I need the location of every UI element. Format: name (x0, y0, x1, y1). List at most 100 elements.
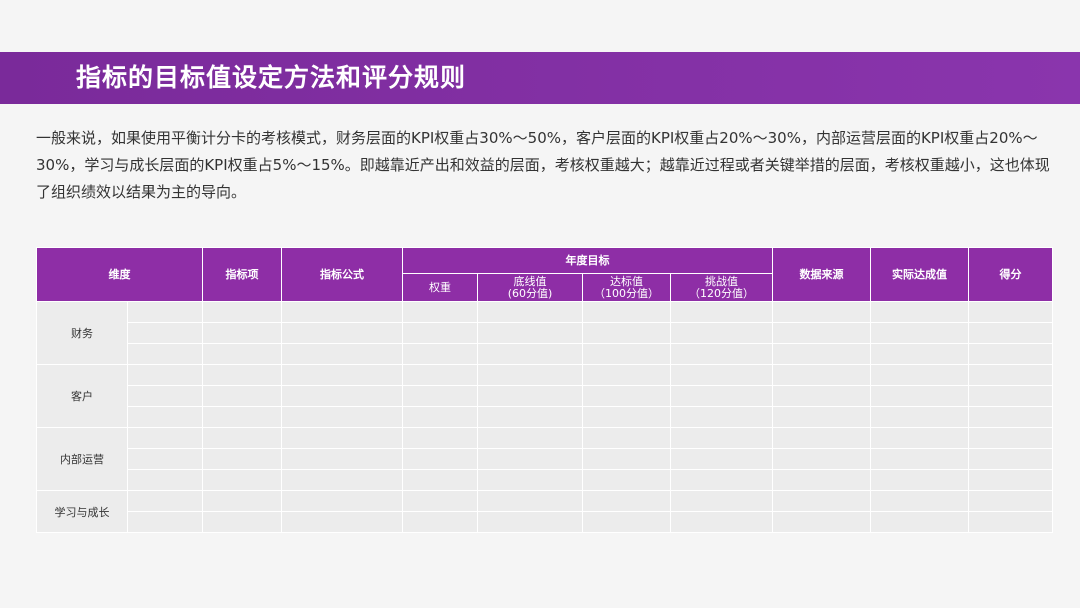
table-cell (281, 427, 403, 449)
table-cell (402, 301, 478, 323)
table-cell (968, 301, 1053, 323)
table-cell (772, 343, 871, 365)
table-cell (870, 511, 969, 533)
table-cell (582, 385, 671, 407)
table-cell (870, 469, 969, 491)
table-cell (582, 511, 671, 533)
table-cell (870, 427, 969, 449)
table-cell (670, 385, 773, 407)
header-challenge: 挑战值 （120分值） (670, 273, 773, 302)
table-cell (772, 322, 871, 344)
header-baseline: 底线值 (60分值) (477, 273, 583, 302)
table-cell (477, 469, 583, 491)
table-cell (772, 364, 871, 386)
table-cell (202, 301, 282, 323)
intro-paragraph: 一般来说，如果使用平衡计分卡的考核模式，财务层面的KPI权重占30%～50%，客… (36, 129, 1050, 201)
table-cell (202, 511, 282, 533)
table-cell (670, 343, 773, 365)
header-formula: 指标公式 (281, 247, 403, 302)
table-cell (772, 448, 871, 470)
dimension-finance: 财务 (36, 301, 128, 365)
table-row: 客户 (36, 364, 1053, 428)
table-row (37, 406, 1053, 428)
table-cell (870, 385, 969, 407)
table-cell (968, 385, 1053, 407)
table-cell (477, 343, 583, 365)
table-cell (870, 343, 969, 365)
table-cell (202, 406, 282, 428)
table-row: 财务 (36, 301, 1053, 365)
table-row: 学习与成长 (36, 490, 1053, 533)
header-actual: 实际达成值 (870, 247, 969, 302)
table-cell (870, 322, 969, 344)
table-cell (127, 490, 203, 512)
header-weight: 权重 (402, 273, 478, 302)
dimension-customer: 客户 (36, 364, 128, 428)
table-cell (870, 448, 969, 470)
table-cell (477, 511, 583, 533)
table-cell (477, 427, 583, 449)
table-cell (968, 469, 1053, 491)
page-title: 指标的目标值设定方法和评分规则 (76, 63, 467, 92)
kpi-table: 维度 指标项 指标公式 年度目标 数据来源 实际达成值 得分 权重 底线值 (60… (36, 247, 1053, 533)
table-cell (772, 511, 871, 533)
table-cell (477, 490, 583, 512)
table-cell (127, 301, 203, 323)
table-cell (402, 427, 478, 449)
kpi-table-body: 财务 客户 内部运营 学习与成长 (36, 301, 1053, 533)
dimension-learning: 学习与成长 (36, 490, 128, 533)
table-cell (968, 406, 1053, 428)
table-cell (281, 385, 403, 407)
table-cell (582, 301, 671, 323)
table-cell (127, 406, 203, 428)
table-cell (202, 427, 282, 449)
table-cell (968, 448, 1053, 470)
table-cell (202, 448, 282, 470)
table-cell (402, 385, 478, 407)
table-cell (281, 406, 403, 428)
table-row (37, 469, 1053, 491)
table-cell (202, 322, 282, 344)
table-cell (968, 343, 1053, 365)
table-cell (670, 427, 773, 449)
table-cell (968, 322, 1053, 344)
table-cell (281, 511, 403, 533)
table-cell (582, 364, 671, 386)
table-cell (281, 490, 403, 512)
table-cell (968, 511, 1053, 533)
table-row (37, 448, 1053, 470)
table-cell (281, 448, 403, 470)
dimension-internal: 内部运营 (36, 427, 128, 491)
table-cell (127, 343, 203, 365)
table-cell (670, 511, 773, 533)
table-row: 内部运营 (36, 427, 1053, 491)
table-cell (402, 322, 478, 344)
table-cell (402, 511, 478, 533)
table-cell (202, 364, 282, 386)
table-cell (127, 322, 203, 344)
table-cell (281, 301, 403, 323)
table-cell (402, 364, 478, 386)
table-cell (670, 301, 773, 323)
table-cell (670, 448, 773, 470)
table-cell (772, 427, 871, 449)
table-cell (281, 343, 403, 365)
table-cell (870, 406, 969, 428)
table-cell (402, 406, 478, 428)
table-cell (477, 322, 583, 344)
table-cell (477, 448, 583, 470)
table-cell (582, 448, 671, 470)
header-indicator: 指标项 (202, 247, 282, 302)
table-row (37, 343, 1053, 365)
header-target: 达标值 （100分值） (582, 273, 671, 302)
table-cell (402, 448, 478, 470)
table-cell (582, 427, 671, 449)
table-cell (402, 490, 478, 512)
table-cell (582, 490, 671, 512)
table-cell (670, 322, 773, 344)
title-bar: 指标的目标值设定方法和评分规则 (0, 52, 1080, 104)
table-cell (477, 364, 583, 386)
header-dimension: 维度 (36, 247, 203, 302)
table-cell (477, 301, 583, 323)
table-cell (127, 364, 203, 386)
